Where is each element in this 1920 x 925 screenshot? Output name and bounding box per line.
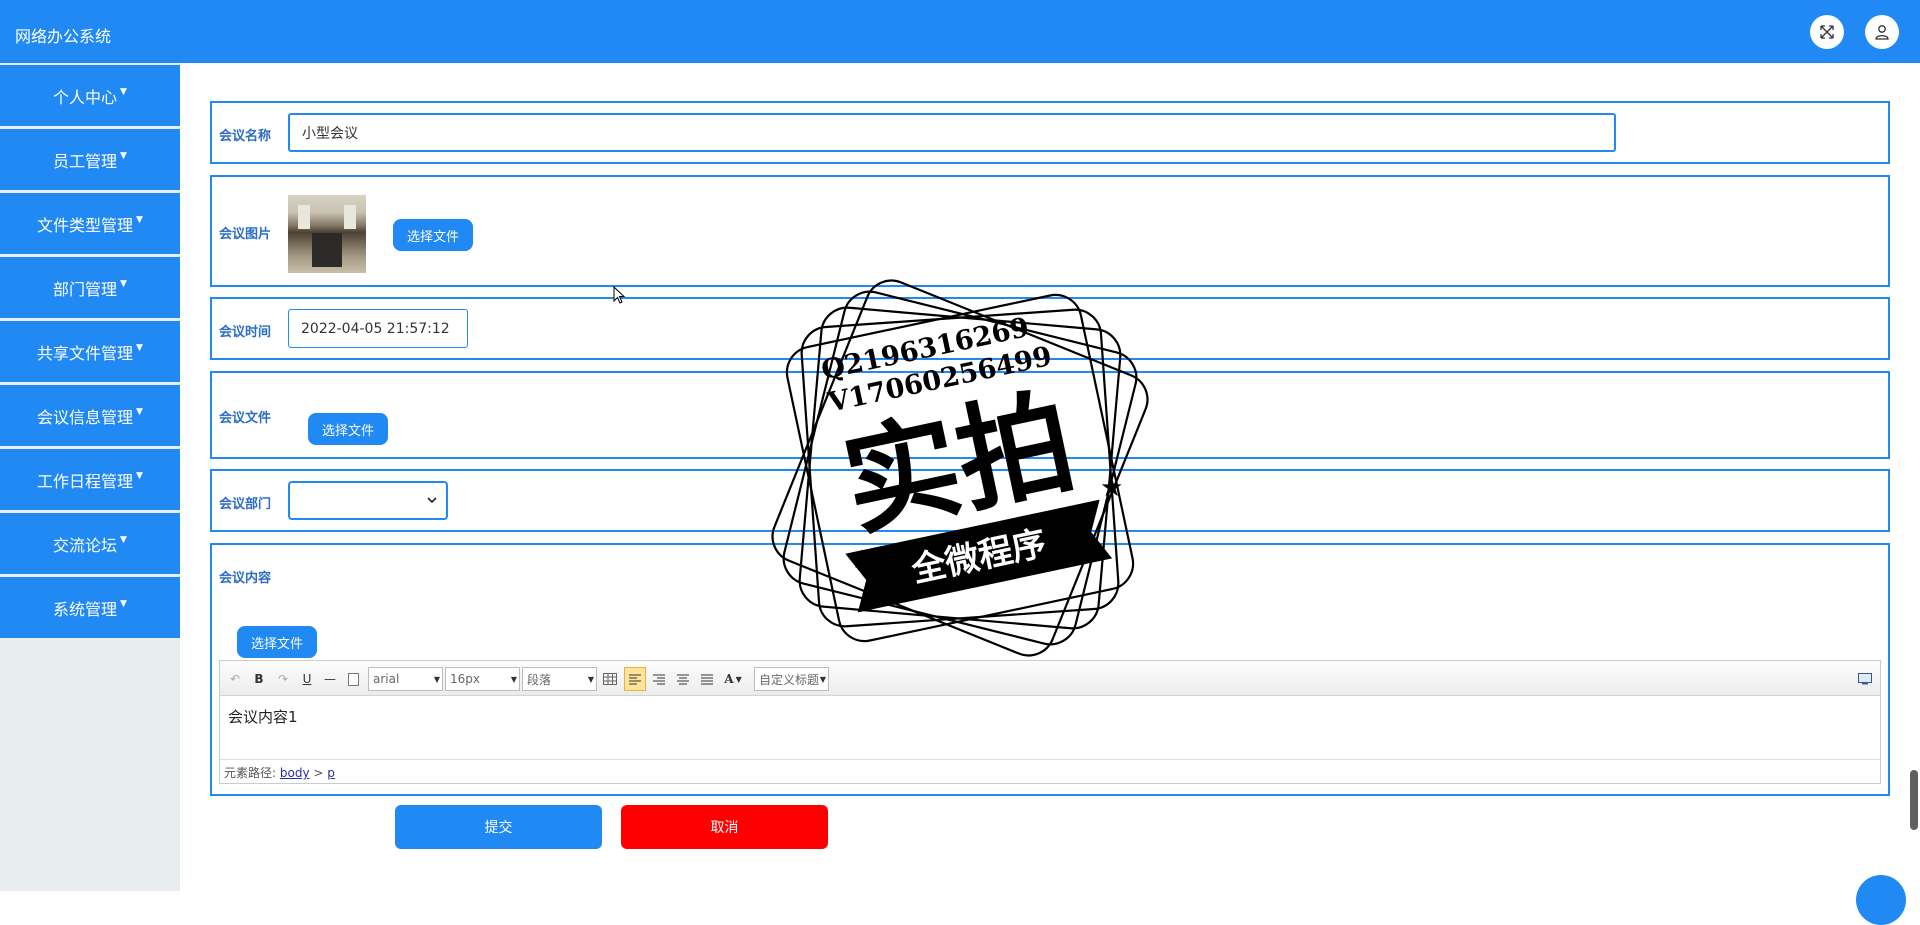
submit-button[interactable]: 提交 [395,805,602,849]
table-icon[interactable] [601,669,619,689]
cancel-button[interactable]: 取消 [621,805,828,849]
redo-icon[interactable]: ↷ [276,669,290,689]
sidebar-item-label: 工作日程管理 [37,471,134,491]
align-justify-icon[interactable] [698,669,716,689]
choose-file-button[interactable]: 选择文件 [308,413,388,445]
sidebar-item-label: 交流论坛 [53,535,118,555]
align-center-icon[interactable] [674,669,692,689]
meeting-name-row: 会议名称 [210,101,1890,164]
meeting-image-thumbnail [288,195,366,273]
editor-toolbar: ↶ B ↷ U — arial ▼ 16px ▼ 段落 ▼ A ▼ 自定义标题 … [220,661,1880,696]
chevron-down-icon: ▼ [136,470,143,481]
element-path-body-link[interactable]: body [280,766,310,780]
thumbnail-table [312,233,342,267]
paragraph-select[interactable]: 段落 ▼ [522,667,597,691]
fullscreen-editor-icon[interactable] [1856,669,1874,689]
thumbnail-window [344,205,356,229]
back-to-top-button[interactable] [1856,875,1906,925]
sidebar-item-meeting-management[interactable]: 会议信息管理 ▼ [0,385,180,446]
align-left-icon[interactable] [624,667,646,691]
cursor-icon [613,286,626,304]
sidebar-item-label: 文件类型管理 [37,215,134,235]
app-title: 网络办公系统 [15,27,112,46]
meeting-image-label: 会议图片 [219,227,272,242]
horizontal-rule-icon[interactable]: — [323,669,337,689]
sidebar-item-forum[interactable]: 交流论坛 ▼ [0,513,180,574]
sidebar-item-label: 系统管理 [53,599,118,619]
align-right-icon[interactable] [650,669,668,689]
sidebar: 个人中心 ▼ 员工管理 ▼ 文件类型管理 ▼ 部门管理 ▼ 共享文件管理 ▼ 会议信息管理… [0,63,180,891]
sidebar-item-department-management[interactable]: 部门管理 ▼ [0,257,180,318]
meeting-content-label: 会议内容 [219,571,272,586]
underline-icon[interactable]: U [300,669,314,689]
editor-statusbar: 元素路径: body > p [220,759,1880,783]
meeting-name-label: 会议名称 [219,129,272,144]
expand-icon[interactable] [1810,15,1844,49]
chevron-down-icon: ▼ [120,150,127,161]
font-size-select[interactable]: 16px ▼ [445,667,520,691]
font-color-glyph: A [724,672,734,686]
custom-heading-value: 自定义标题 [759,672,820,687]
sidebar-item-personal-center[interactable]: 个人中心 ▼ [0,65,180,126]
sidebar-item-schedule-management[interactable]: 工作日程管理 ▼ [0,449,180,510]
sidebar-item-label: 个人中心 [53,87,118,107]
font-color-icon[interactable]: A ▼ [720,669,746,689]
top-bar: 网络办公系统 [0,0,1920,63]
meeting-time-row: 会议时间 2022-04-05 21:57:12 [210,297,1890,360]
paste-icon[interactable] [346,669,360,689]
chevron-down-icon: ▼ [136,406,143,417]
choose-content-file-button[interactable]: 选择文件 [237,626,317,658]
meeting-image-row: 会议图片 选择文件 [210,175,1890,287]
thumbnail-window [298,205,310,229]
element-path-label: 元素路径: [224,766,277,780]
bold-icon[interactable]: B [252,669,266,689]
sidebar-item-employee-management[interactable]: 员工管理 ▼ [0,129,180,190]
user-icon[interactable] [1865,15,1899,49]
meeting-name-input[interactable] [288,113,1616,152]
chevron-down-icon: ▼ [136,342,143,353]
meeting-department-label: 会议部门 [219,497,272,512]
page-scrollbar[interactable] [1910,770,1918,830]
meeting-file-label: 会议文件 [219,411,272,426]
meeting-time-input[interactable]: 2022-04-05 21:57:12 [288,309,468,348]
font-family-value: arial [373,672,400,686]
editor-content[interactable]: 会议内容1 [220,696,1880,759]
meeting-file-row: 会议文件 选择文件 [210,371,1890,459]
element-path-separator: > [313,766,324,780]
element-path-p-link[interactable]: p [327,766,335,780]
chevron-down-icon: ▼ [120,278,127,289]
chevron-down-icon: ▼ [120,86,127,97]
chevron-down-icon [427,497,437,504]
sidebar-item-label: 会议信息管理 [37,407,134,427]
chevron-down-icon: ▼ [120,598,127,609]
sidebar-item-label: 部门管理 [53,279,118,299]
sidebar-item-label: 共享文件管理 [37,343,134,363]
paragraph-value: 段落 [527,672,552,687]
custom-heading-select[interactable]: 自定义标题 ▼ [754,667,829,691]
meeting-department-row: 会议部门 [210,469,1890,532]
meeting-content-row: 会议内容 选择文件 ↶ B ↷ U — arial▼ 16px▼ 段落▼ [210,543,1890,796]
undo-icon[interactable]: ↶ [228,669,242,689]
rich-text-editor: ↶ B ↷ U — arial ▼ 16px ▼ 段落 ▼ A ▼ 自定义标题 … [219,660,1881,784]
choose-image-button[interactable]: 选择文件 [393,219,473,251]
font-size-value: 16px [450,672,480,686]
sidebar-item-file-type-management[interactable]: 文件类型管理 ▼ [0,193,180,254]
sidebar-item-system-management[interactable]: 系统管理 ▼ [0,577,180,638]
sidebar-item-shared-file-management[interactable]: 共享文件管理 ▼ [0,321,180,382]
font-family-select[interactable]: arial ▼ [368,667,443,691]
sidebar-item-label: 员工管理 [53,151,118,171]
chevron-down-icon: ▼ [136,214,143,225]
department-select[interactable] [288,481,448,520]
chevron-down-icon: ▼ [120,534,127,545]
meeting-time-label: 会议时间 [219,325,272,340]
